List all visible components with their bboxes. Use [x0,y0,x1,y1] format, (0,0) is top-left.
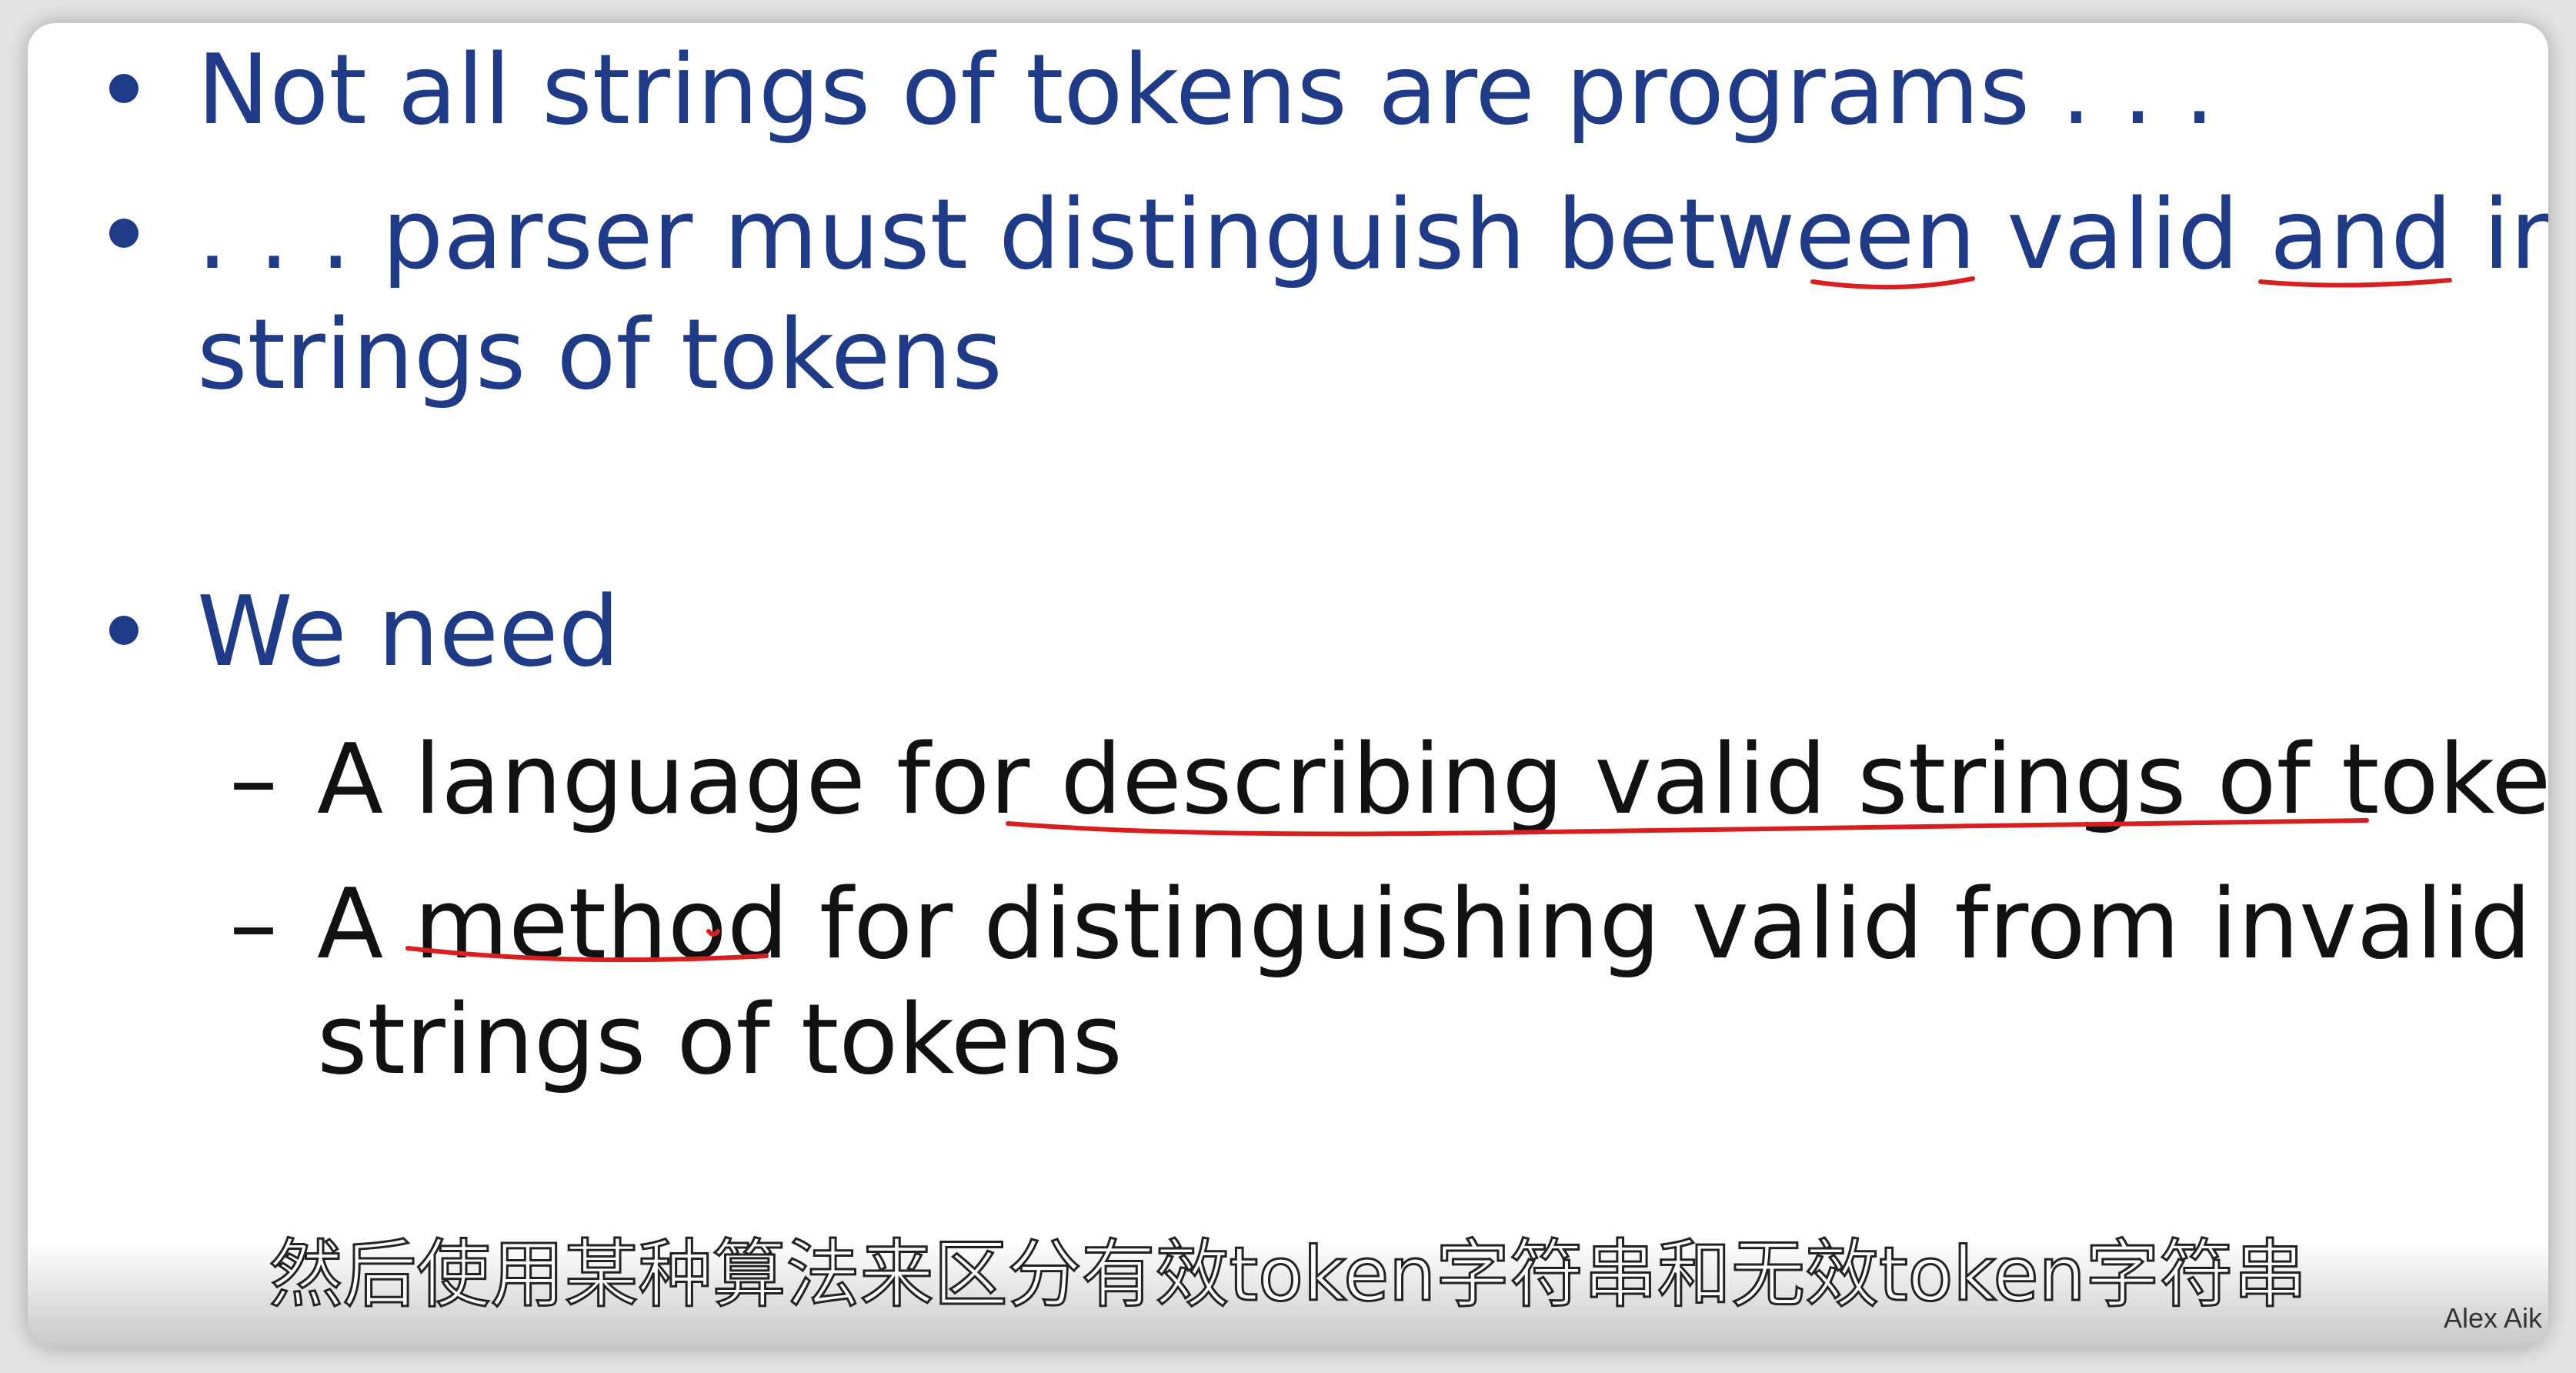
sub-item-dash: – [229,867,278,980]
sub-item-2-line-1: A method for distinguishing valid from i… [317,867,2532,980]
subtitle-caption: 然后使用某种算法来区分有效token字符串和无效token字符串 [268,1231,2308,1318]
bullet-1-line-1: Not all strings of tokens are programs .… [197,33,2215,146]
bullet-2-line-2: strings of tokens [197,298,1003,411]
bullet-dot [109,219,138,248]
sub-item-1-line-1: A language for describing valid strings … [317,723,2548,836]
sub-item-2-line-2: strings of tokens [317,983,1123,1096]
sub-item-dash: – [229,723,278,836]
bullet-2-line-1: . . . parser must distinguish between va… [197,178,2548,291]
video-frame[interactable]: Not all strings of tokens are programs .… [28,23,2548,1348]
lecture-slide: Not all strings of tokens are programs .… [28,23,2548,1348]
bullet-3-line-1: We need [197,575,620,688]
bullet-dot [109,616,138,645]
bullet-dot [109,74,138,103]
presenter-watermark: Alex Aik [2443,1302,2542,1334]
